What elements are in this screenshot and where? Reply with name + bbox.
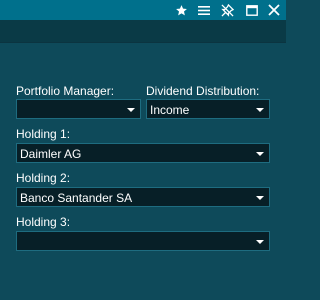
holding2-value: Banco Santander SA bbox=[20, 191, 133, 205]
holding1-label: Holding 1: bbox=[16, 127, 71, 141]
unpin-icon[interactable] bbox=[216, 0, 238, 20]
portfolio-manager-select[interactable] bbox=[16, 99, 141, 119]
window-titlebar bbox=[0, 0, 286, 20]
dividend-distribution-value: Income bbox=[150, 103, 190, 117]
chevron-down-icon bbox=[127, 108, 135, 112]
holding2-select[interactable]: Banco Santander SA bbox=[16, 187, 270, 207]
close-icon[interactable] bbox=[263, 0, 285, 20]
portfolio-manager-label: Portfolio Manager: bbox=[16, 84, 115, 98]
holding3-label: Holding 3: bbox=[16, 215, 71, 229]
holding1-select[interactable]: Daimler AG bbox=[16, 143, 270, 163]
dividend-distribution-label: Dividend Distribution: bbox=[146, 84, 260, 98]
chevron-down-icon bbox=[256, 152, 264, 156]
holding3-select[interactable] bbox=[16, 231, 270, 251]
menu-icon[interactable] bbox=[193, 0, 215, 20]
maximize-icon[interactable] bbox=[241, 0, 263, 20]
chevron-down-icon bbox=[256, 196, 264, 200]
holding2-label: Holding 2: bbox=[16, 171, 71, 185]
dividend-distribution-select[interactable]: Income bbox=[146, 99, 270, 119]
toolbar-strip bbox=[0, 20, 286, 43]
chevron-down-icon bbox=[256, 108, 264, 112]
star-icon[interactable] bbox=[170, 0, 192, 20]
holding1-value: Daimler AG bbox=[20, 147, 82, 161]
chevron-down-icon bbox=[256, 240, 264, 244]
